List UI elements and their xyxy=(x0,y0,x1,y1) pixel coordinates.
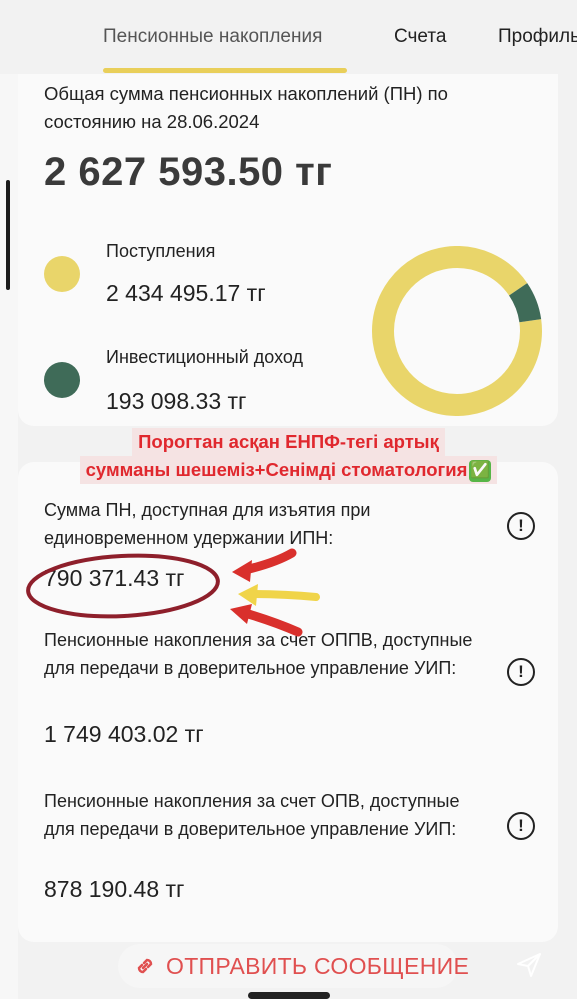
caption-line-2: сумманы шешеміз+Сенімді стоматология ✅ xyxy=(79,456,498,484)
opv-savings-value: 878 190.48 тг xyxy=(44,876,185,902)
investment-income-legend-dot xyxy=(44,362,80,398)
paper-plane-icon[interactable] xyxy=(514,950,544,980)
contributions-label: Поступления xyxy=(106,241,216,261)
savings-donut-chart xyxy=(372,246,542,416)
scroll-indicator xyxy=(6,180,10,290)
contributions-value: 2 434 495.17 тг xyxy=(106,280,266,306)
info-icon[interactable]: ! xyxy=(507,658,535,686)
link-icon xyxy=(137,958,153,974)
oppv-savings-label: Пенсионные накопления за счет ОППВ, дост… xyxy=(44,630,473,678)
donut-slice-contributions xyxy=(372,246,542,416)
send-message-button[interactable]: ОТПРАВИТЬ СООБЩЕНИЕ xyxy=(166,953,469,980)
app-screen: Пенсионные накопления Счета Профиль Обща… xyxy=(0,0,577,999)
tab-profile[interactable]: Профиль xyxy=(498,26,577,48)
promo-caption: Порогтан асқан ЕНПФ-тегі артық сумманы ш… xyxy=(0,428,577,484)
info-icon[interactable]: ! xyxy=(507,512,535,540)
withdrawable-amount-value: 790 371.43 тг xyxy=(44,565,185,591)
tab-pension-savings[interactable]: Пенсионные накопления xyxy=(103,26,322,48)
tab-accounts[interactable]: Счета xyxy=(394,26,446,48)
caption-line-2-text: сумманы шешеміз+Сенімді стоматология xyxy=(85,459,468,480)
info-icon[interactable]: ! xyxy=(507,812,535,840)
screen-edge xyxy=(0,0,18,999)
investment-income-label: Инвестиционный доход xyxy=(106,347,304,367)
check-mark-icon: ✅ xyxy=(469,460,492,483)
investment-income-value: 193 098.33 тг xyxy=(106,388,247,414)
active-tab-indicator xyxy=(103,68,347,73)
total-savings-amount: 2 627 593.50 тг xyxy=(44,150,333,194)
contributions-legend-dot xyxy=(44,256,80,292)
tab-bar: Пенсионные накопления Счета Профиль xyxy=(0,0,577,74)
oppv-savings-value: 1 749 403.02 тг xyxy=(44,721,204,747)
withdrawable-amount-label: Сумма ПН, доступная для изъятия при един… xyxy=(44,500,371,548)
home-indicator[interactable] xyxy=(248,992,330,999)
total-savings-label: Общая сумма пенсионных накоплений (ПН) п… xyxy=(44,83,448,132)
opv-savings-label: Пенсионные накопления за счет ОПВ, досту… xyxy=(44,791,460,839)
caption-line-1: Порогтан асқан ЕНПФ-тегі артық xyxy=(132,428,445,456)
